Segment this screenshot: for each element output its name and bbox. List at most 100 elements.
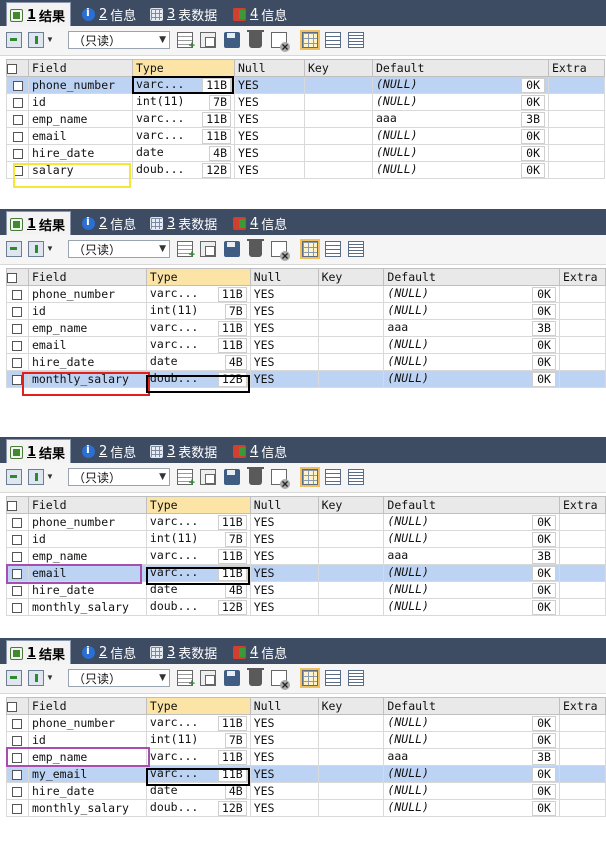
type-cell[interactable]: varc... 11B: [145, 336, 251, 354]
field-cell[interactable]: email: [28, 127, 133, 145]
default-cell[interactable]: (NULL) 0K: [372, 127, 549, 145]
text-view-icon[interactable]: [348, 670, 364, 686]
field-cell[interactable]: id: [27, 731, 147, 749]
import-icon[interactable]: [28, 32, 44, 48]
tab-table-data[interactable]: 3 表数据: [150, 641, 217, 664]
tab-info-2[interactable]: 4 信息: [233, 440, 287, 463]
extra-cell[interactable]: [558, 731, 606, 749]
row-checkbox[interactable]: [12, 306, 23, 317]
default-cell[interactable]: (NULL) 0K: [372, 161, 549, 179]
column-header-field[interactable]: Field: [27, 496, 147, 514]
key-cell[interactable]: [317, 748, 385, 766]
key-cell[interactable]: [317, 782, 385, 800]
key-cell[interactable]: [317, 285, 385, 303]
column-header-key[interactable]: Key: [317, 496, 385, 514]
table-row[interactable]: hire_date date 4B YES (NULL) 0K: [6, 144, 605, 162]
row-checkbox[interactable]: [12, 534, 23, 545]
table-row[interactable]: my_email varc... 11B YES (NULL) 0K: [6, 765, 606, 783]
readonly-mode-select[interactable]: （只读） ▼: [68, 468, 170, 486]
table-row[interactable]: email varc... 11B YES (NULL) 0K: [6, 127, 605, 145]
row-checkbox[interactable]: [12, 289, 23, 300]
grid-view-icon[interactable]: [300, 668, 320, 688]
default-cell[interactable]: aaa 3B: [383, 547, 560, 565]
row-checkbox[interactable]: [12, 585, 23, 596]
row-checkbox[interactable]: [12, 114, 23, 125]
field-cell[interactable]: hire_date: [27, 353, 147, 371]
table-row[interactable]: monthly_salary doub... 12B YES (NULL) 0K: [6, 598, 606, 616]
default-cell[interactable]: (NULL) 0K: [383, 370, 560, 388]
null-cell[interactable]: YES: [249, 353, 319, 371]
field-cell[interactable]: monthly_salary: [27, 598, 147, 616]
null-cell[interactable]: YES: [249, 581, 319, 599]
tab-result[interactable]: 1 结果: [6, 640, 72, 665]
field-cell[interactable]: hire_date: [27, 581, 147, 599]
column-header-default[interactable]: Default: [383, 268, 560, 286]
select-all-cell[interactable]: [6, 697, 29, 715]
import-icon[interactable]: [28, 469, 44, 485]
column-header-default[interactable]: Default: [383, 697, 560, 715]
key-cell[interactable]: [317, 714, 385, 732]
table-row[interactable]: email varc... 11B YES (NULL) 0K: [6, 336, 606, 354]
import-icon[interactable]: [28, 241, 44, 257]
row-checkbox-cell[interactable]: [6, 319, 29, 337]
add-row-icon[interactable]: [177, 32, 195, 52]
type-cell[interactable]: varc... 11B: [145, 547, 251, 565]
type-cell[interactable]: doub... 12B: [145, 598, 251, 616]
type-cell[interactable]: varc... 11B: [132, 127, 235, 145]
key-cell[interactable]: [317, 319, 385, 337]
tab-result[interactable]: 1 结果: [6, 2, 72, 27]
delete-icon[interactable]: [247, 668, 264, 686]
tab-info[interactable]: 2 信息: [82, 440, 136, 463]
type-cell[interactable]: doub... 12B: [145, 799, 251, 817]
select-all-checkbox[interactable]: [7, 701, 17, 712]
tab-info[interactable]: 2 信息: [82, 212, 136, 235]
key-cell[interactable]: [317, 598, 385, 616]
null-cell[interactable]: YES: [249, 370, 319, 388]
null-cell[interactable]: YES: [249, 513, 319, 531]
delete-icon[interactable]: [247, 30, 264, 48]
chevron-down-icon[interactable]: ▼: [46, 35, 54, 44]
type-cell[interactable]: date 4B: [145, 353, 251, 371]
table-row[interactable]: emp_name varc... 11B YES aaa 3B: [6, 547, 606, 565]
default-cell[interactable]: (NULL) 0K: [383, 530, 560, 548]
grid-view-icon[interactable]: [300, 239, 320, 259]
type-cell[interactable]: int(11) 7B: [145, 731, 251, 749]
null-cell[interactable]: YES: [234, 93, 305, 111]
add-row-icon[interactable]: [177, 469, 195, 489]
text-view-icon[interactable]: [348, 32, 364, 48]
readonly-mode-select[interactable]: （只读） ▼: [68, 240, 170, 258]
column-header-type[interactable]: Type: [145, 268, 251, 286]
tab-info-2[interactable]: 4 信息: [233, 212, 287, 235]
key-cell[interactable]: [317, 302, 385, 320]
row-checkbox-cell[interactable]: [6, 598, 29, 616]
field-cell[interactable]: emp_name: [28, 110, 133, 128]
row-checkbox-cell[interactable]: [6, 581, 29, 599]
table-row[interactable]: id int(11) 7B YES (NULL) 0K: [6, 93, 605, 111]
row-checkbox[interactable]: [12, 80, 23, 91]
form-view-icon[interactable]: [325, 32, 341, 48]
export-icon[interactable]: [6, 241, 22, 257]
text-view-icon[interactable]: [348, 469, 364, 485]
extra-cell[interactable]: [558, 336, 606, 354]
table-row[interactable]: hire_date date 4B YES (NULL) 0K: [6, 581, 606, 599]
null-cell[interactable]: YES: [249, 598, 319, 616]
row-checkbox-cell[interactable]: [6, 513, 29, 531]
field-cell[interactable]: phone_number: [27, 285, 147, 303]
table-row[interactable]: id int(11) 7B YES (NULL) 0K: [6, 302, 606, 320]
row-checkbox-cell[interactable]: [6, 782, 29, 800]
row-checkbox[interactable]: [12, 718, 23, 729]
default-cell[interactable]: (NULL) 0K: [383, 581, 560, 599]
extra-cell[interactable]: [558, 513, 606, 531]
tab-info-2[interactable]: 4 信息: [233, 3, 287, 26]
field-cell[interactable]: email: [27, 336, 147, 354]
extra-cell[interactable]: [558, 598, 606, 616]
extra-cell[interactable]: [558, 530, 606, 548]
default-cell[interactable]: (NULL) 0K: [383, 714, 560, 732]
delete-icon[interactable]: [247, 467, 264, 485]
export-icon[interactable]: [6, 670, 22, 686]
tab-info[interactable]: 2 信息: [82, 3, 136, 26]
type-cell[interactable]: int(11) 7B: [145, 530, 251, 548]
row-checkbox-cell[interactable]: [6, 76, 29, 94]
save-icon[interactable]: [224, 241, 240, 257]
key-cell[interactable]: [304, 76, 373, 94]
